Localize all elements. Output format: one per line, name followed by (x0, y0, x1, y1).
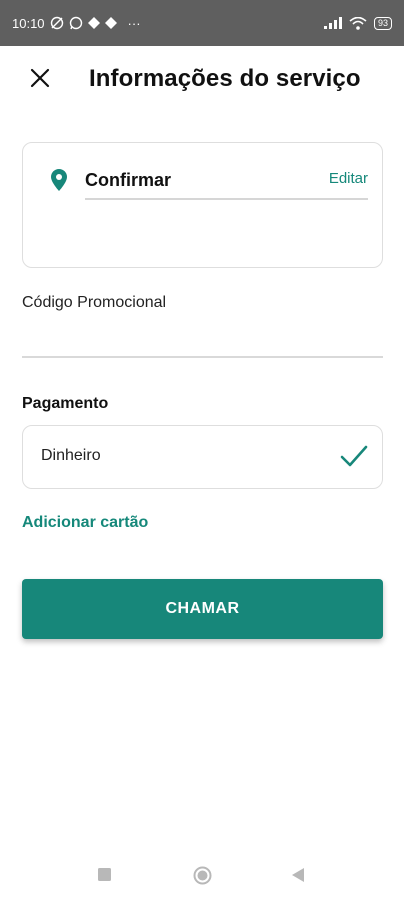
system-nav-bar (0, 852, 404, 900)
page-title: Informações do serviço (89, 65, 361, 92)
status-left: 10:10 ··· (12, 16, 141, 31)
status-right: 93 (323, 16, 392, 30)
address-card: Confirmar Editar (22, 142, 383, 268)
diamond-icon (104, 17, 117, 29)
call-button[interactable]: CHAMAR (22, 579, 383, 639)
payment-option-label: Dinheiro (41, 447, 101, 464)
app-bar: Informações do serviço (0, 46, 404, 116)
status-time: 10:10 (12, 15, 45, 31)
wifi-icon (349, 16, 367, 30)
status-bar: 10:10 ··· 93 (0, 0, 404, 46)
close-button[interactable] (24, 62, 56, 94)
payment-option-cash[interactable]: Dinheiro (22, 425, 383, 489)
address-divider (85, 198, 368, 200)
signal-icon (323, 17, 342, 29)
check-icon (340, 445, 368, 467)
edit-address-link[interactable]: Editar (329, 170, 368, 187)
diamond-icon (87, 17, 100, 29)
address-text: Confirmar (85, 170, 172, 190)
whatsapp-icon (69, 16, 82, 30)
promo-code-label: Código Promocional (22, 294, 167, 311)
triangle-icon[interactable] (292, 868, 304, 882)
add-card-link[interactable]: Adicionar cartão (22, 514, 148, 532)
battery-indicator: 93 (373, 16, 392, 30)
promo-code-input[interactable] (22, 318, 383, 358)
square-icon[interactable] (98, 868, 111, 881)
location-pin-icon (51, 169, 67, 191)
close-icon (30, 68, 50, 88)
do-not-disturb-icon (50, 16, 63, 30)
status-more-dots: ··· (127, 15, 141, 31)
payment-label: Pagamento (22, 395, 109, 412)
circle-icon[interactable] (193, 866, 212, 885)
